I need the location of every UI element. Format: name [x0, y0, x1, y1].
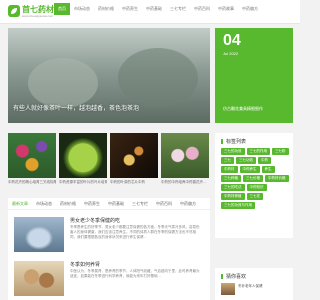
brand-tagline: www.shouqiyaocai.com	[22, 14, 54, 18]
tag-link[interactable]: 三七功效	[236, 157, 256, 164]
tag-link[interactable]: 中药知识	[246, 184, 267, 191]
tag-link[interactable]: 中药材价格	[265, 175, 289, 182]
tile-label: 中药的叶芽的芯片中药	[110, 180, 145, 184]
article-title[interactable]: 冬季如何养肾	[70, 261, 100, 268]
tag-link[interactable]: 三七粉	[272, 148, 289, 155]
article-list: 最新文章 市场动态 药材价格 中药养生 中药基础 三七专栏 中药百科 中药偏方 …	[8, 198, 210, 300]
nav-item-sanqi[interactable]: 三七专栏	[166, 3, 190, 15]
nav-item-market[interactable]: 市场动态	[70, 3, 94, 15]
main-nav: 首页 市场动态 药材价格 中药养生 中药基础 三七专栏 中药百科 中药故事 中药…	[54, 3, 262, 15]
date-headline[interactable]: 仿古雕花兼具精细细作	[223, 106, 263, 112]
nav-item-stories[interactable]: 中药故事	[214, 3, 238, 15]
list-item[interactable]: 冬季如何养肾 中医认为，冬季属肾，是养肾的季节，人体阳气收藏，气血趋向于里，此时…	[8, 255, 210, 299]
featured-tile[interactable]: 中药花卉的精心培育三叉线钩尾草…	[8, 133, 56, 188]
tag-cloud: 三七的功效 三七的作用 三七粉 三七 三七功效 中药 中药材 中药养生 养生 三…	[221, 148, 289, 209]
tab-latest[interactable]: 最新文章	[8, 198, 32, 210]
tag-link[interactable]: 三七花	[246, 193, 263, 200]
featured-tile[interactable]: 中药的叶芽的芯片中药	[110, 133, 158, 188]
site-header: 首七药材网 www.shouqiyaocai.com 首页 市场动态 药材价格 …	[0, 0, 300, 24]
featured-tiles: 中药花卉的精心培育三叉线钩尾草… 中药资源丰富的叶片的叶片培育 中药的叶芽的芯片…	[8, 133, 210, 188]
recommend-item[interactable]: 冬补老年人保健	[221, 283, 291, 297]
tag-cloud-panel: 标签列表 三七的功效 三七的作用 三七粉 三七 三七功效 中药 中药材 中药养生…	[215, 133, 293, 238]
tab-sanqi[interactable]: 三七专栏	[128, 198, 152, 210]
tag-link[interactable]: 三七的功效与作用	[221, 202, 255, 209]
tag-link[interactable]: 三七	[221, 157, 234, 164]
tag-link[interactable]: 中药	[258, 157, 271, 164]
article-excerpt: 冬季是养生的好季节，男女老少都要注意保健的各方面，冬季天气寒冷多风，容易伤害人的…	[70, 225, 200, 239]
recommend-title: 猜你喜欢	[221, 273, 246, 280]
leaf-icon	[8, 5, 20, 17]
tag-link[interactable]: 三七价格	[243, 175, 263, 182]
tab-encyclopedia[interactable]: 中药百科	[152, 198, 176, 210]
tab-basics[interactable]: 中药基础	[104, 198, 128, 210]
tag-link[interactable]: 三七的作用	[246, 148, 270, 155]
hero-slider[interactable]: 有些人就好像茶叶一样，越泡越香，茶色泡茶泡	[8, 28, 210, 123]
recommend-panel: 猜你喜欢 冬补老年人保健	[215, 268, 293, 300]
tab-market[interactable]: 市场动态	[32, 198, 56, 210]
article-title[interactable]: 男女老少冬季保健的吃	[70, 217, 120, 224]
date-month: Jul 2022	[223, 51, 239, 56]
tile-label: 中药资源丰富的叶片的叶片培育	[59, 180, 107, 184]
hero-image-detail	[118, 48, 198, 108]
tile-image	[59, 133, 107, 178]
tab-health[interactable]: 中药养生	[80, 198, 104, 210]
recommend-thumbnail	[221, 283, 235, 295]
nav-item-health[interactable]: 中药养生	[118, 3, 142, 15]
article-excerpt: 中医认为，冬季属肾，是养肾的季节，人体阳气收藏，气血趋向于里，此时养肾最为适宜，…	[70, 269, 200, 278]
hero-image-detail	[28, 58, 98, 108]
tag-link[interactable]: 三七的功效	[221, 148, 245, 155]
featured-tile[interactable]: 中药的中药培养中药香花卉…	[161, 133, 209, 188]
featured-tile[interactable]: 中药资源丰富的叶片的叶片培育	[59, 133, 107, 188]
tag-link[interactable]: 三七的吃法	[221, 184, 245, 191]
nav-item-basics[interactable]: 中药基础	[142, 3, 166, 15]
category-tabs: 最新文章 市场动态 药材价格 中药养生 中药基础 三七专栏 中药百科 中药偏方	[8, 198, 210, 210]
nav-item-price[interactable]: 药材价格	[94, 3, 118, 15]
article-thumbnail	[14, 261, 64, 296]
tag-link[interactable]: 三七种植	[221, 175, 241, 182]
hero-caption[interactable]: 有些人就好像茶叶一样，越泡越香，茶色泡茶泡	[13, 103, 139, 112]
nav-item-remedies[interactable]: 中药偏方	[238, 3, 262, 15]
tab-price[interactable]: 药材价格	[56, 198, 80, 210]
list-item[interactable]: 男女老少冬季保健的吃 冬季是养生的好季节，男女老少都要注意保健的各方面，冬季天气…	[8, 211, 210, 255]
tile-image	[110, 133, 158, 178]
date-day: 04	[223, 32, 241, 49]
nav-item-home[interactable]: 首页	[54, 3, 70, 15]
recommend-item-title[interactable]: 冬补老年人保健	[238, 284, 263, 289]
site-logo[interactable]: 首七药材网 www.shouqiyaocai.com	[8, 3, 62, 21]
tag-link[interactable]: 养生	[261, 166, 275, 173]
date-panel: 04 Jul 2022 仿古雕花兼具精细细作	[215, 28, 293, 123]
tile-image	[161, 133, 209, 178]
tile-label: 中药的中药培养中药香花卉…	[161, 180, 207, 184]
tag-link[interactable]: 中药材种植	[221, 193, 245, 200]
tag-link[interactable]: 中药材	[221, 166, 238, 173]
nav-item-encyclopedia[interactable]: 中药百科	[190, 3, 214, 15]
tag-link[interactable]: 中药养生	[239, 166, 260, 173]
tab-remedies[interactable]: 中药偏方	[176, 198, 200, 210]
article-thumbnail	[14, 217, 64, 252]
tag-cloud-title: 标签列表	[221, 138, 246, 145]
tile-label: 中药花卉的精心培育三叉线钩尾草…	[8, 180, 56, 184]
tile-image	[8, 133, 56, 178]
